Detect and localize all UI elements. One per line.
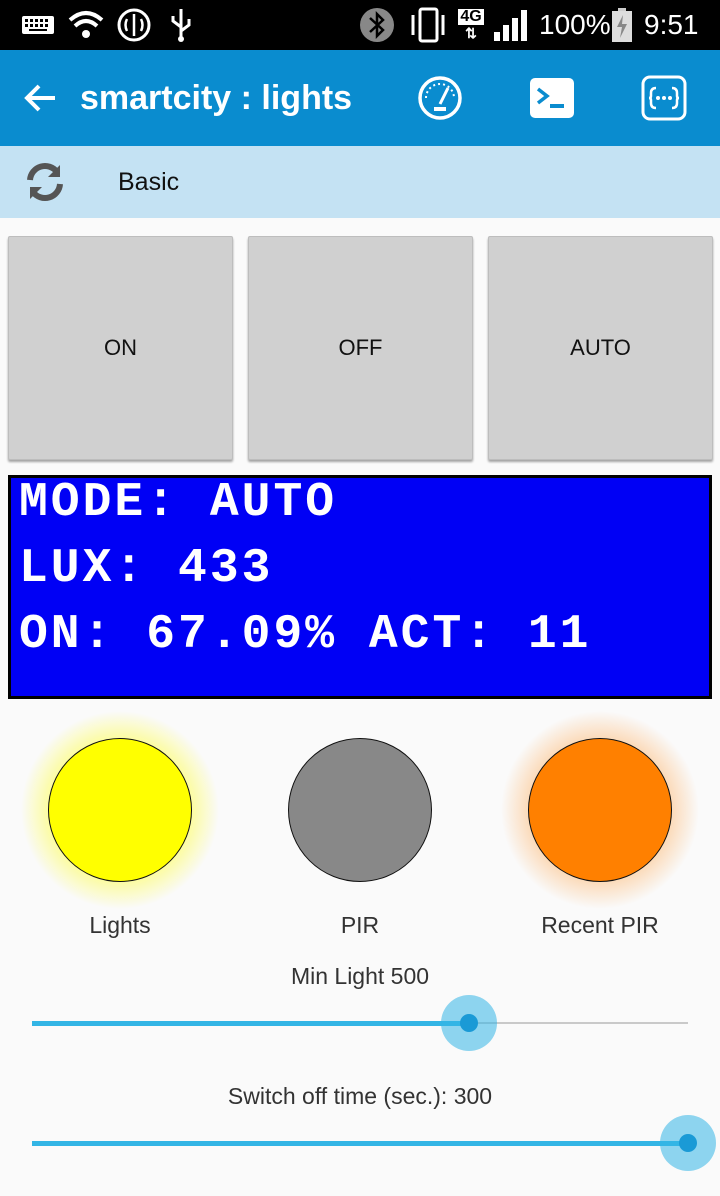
auto-button[interactable]: AUTO bbox=[488, 236, 713, 460]
recent-pir-led bbox=[528, 738, 672, 882]
lcd-line-status: ON: 67.09% ACT: 11 bbox=[19, 608, 592, 662]
dashboard-gauge-icon[interactable] bbox=[414, 72, 466, 124]
battery-charging-icon bbox=[609, 0, 635, 50]
code-braces-icon[interactable] bbox=[638, 72, 690, 124]
wifi-icon bbox=[66, 0, 106, 50]
switch-off-time-label: Switch off time (sec.): 300 bbox=[227, 1083, 493, 1109]
usb-icon bbox=[164, 0, 198, 50]
vibrate-icon bbox=[405, 0, 451, 50]
on-button[interactable]: ON bbox=[8, 236, 233, 460]
lcd-line-mode: MODE: AUTO bbox=[19, 476, 338, 530]
lcd-line-lux: LUX: 433 bbox=[19, 542, 274, 596]
switch-off-time-slider-fill bbox=[32, 1141, 688, 1146]
switch-off-time-slider[interactable] bbox=[32, 1115, 716, 1171]
min-light-label: Min Light 500 bbox=[290, 963, 430, 989]
page-title: smartcity : lights bbox=[80, 79, 353, 117]
clock: 9:51 bbox=[644, 9, 699, 40]
battery-percent: 100% bbox=[539, 9, 611, 40]
lcd-display: MODE: AUTO LUX: 433 ON: 67.09% ACT: 11 bbox=[8, 475, 712, 699]
pir-label: PIR bbox=[340, 912, 380, 938]
keyboard-icon bbox=[18, 0, 58, 50]
back-arrow-icon[interactable] bbox=[18, 74, 62, 122]
signal-icon bbox=[490, 0, 534, 50]
lights-label: Lights bbox=[89, 912, 151, 938]
bluetooth-icon bbox=[356, 0, 398, 50]
brain-icon bbox=[114, 0, 154, 50]
off-button[interactable]: OFF bbox=[248, 236, 473, 460]
tab-bar: Basic bbox=[0, 146, 720, 218]
min-light-slider[interactable] bbox=[32, 995, 688, 1051]
terminal-icon[interactable] bbox=[526, 72, 578, 124]
tab-basic[interactable]: Basic bbox=[118, 146, 179, 218]
min-light-slider-fill bbox=[32, 1021, 469, 1026]
switch-off-time-slider-thumb[interactable] bbox=[660, 1115, 716, 1171]
app-bar: smartcity : lights bbox=[0, 50, 720, 146]
min-light-slider-thumb[interactable] bbox=[440, 995, 497, 1051]
pir-led bbox=[288, 738, 432, 882]
network-type: 4G ⇅ bbox=[458, 8, 484, 41]
refresh-icon[interactable] bbox=[22, 160, 68, 204]
status-bar: 4G ⇅ 100% 9:51 bbox=[0, 0, 720, 50]
lights-led bbox=[48, 738, 192, 882]
recent-pir-label: Recent PIR bbox=[541, 912, 659, 938]
